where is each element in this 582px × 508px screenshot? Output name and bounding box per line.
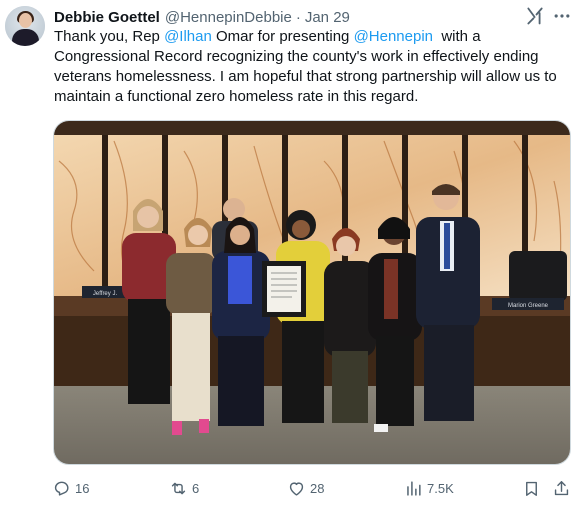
views-button[interactable]: 7.5K bbox=[404, 476, 454, 500]
tweet-photo[interactable]: Jeffrey J. Marion Greene bbox=[53, 120, 571, 465]
tweet-header: Debbie Goettel @HennepinDebbie · Jan 29 bbox=[54, 7, 350, 27]
like-button[interactable]: 28 bbox=[287, 476, 324, 500]
author-handle[interactable]: @HennepinDebbie bbox=[165, 9, 292, 26]
reply-count: 16 bbox=[75, 480, 90, 496]
nameplate-left: Jeffrey J. bbox=[93, 291, 118, 297]
tweet-actions: 16 6 28 7.5K bbox=[0, 476, 582, 500]
more-dots-icon[interactable] bbox=[552, 6, 572, 26]
reply-icon bbox=[54, 481, 69, 496]
header-separator: · bbox=[295, 8, 301, 26]
views-bar-icon bbox=[407, 480, 421, 496]
mention-hennepin[interactable]: @Hennepin bbox=[354, 28, 433, 45]
repost-button[interactable]: 6 bbox=[169, 476, 199, 500]
author-name[interactable]: Debbie Goettel bbox=[54, 9, 160, 26]
author-avatar[interactable] bbox=[5, 6, 45, 46]
share-icon bbox=[554, 480, 569, 495]
reply-button[interactable]: 16 bbox=[52, 476, 89, 500]
views-count: 7.5K bbox=[427, 480, 454, 496]
bookmark-icon bbox=[526, 481, 537, 496]
mention-ilhan[interactable]: @Ilhan bbox=[164, 28, 212, 45]
share-button[interactable] bbox=[552, 476, 571, 500]
grok-icon[interactable] bbox=[525, 6, 545, 26]
repost-count: 6 bbox=[192, 480, 200, 496]
bookmark-button[interactable] bbox=[522, 476, 541, 500]
tweet-text-segment: Thank you, Rep bbox=[54, 28, 165, 45]
group-photo-illustration: Jeffrey J. Marion Greene bbox=[54, 121, 570, 464]
tweet-text-segment: Omar for presenting bbox=[211, 28, 354, 45]
heart-icon bbox=[289, 481, 304, 496]
like-count: 28 bbox=[310, 480, 325, 496]
repost-icon bbox=[171, 482, 186, 494]
tweet-text: Thank you, Rep @Ilhan Omar for presentin… bbox=[54, 27, 574, 107]
nameplate-right: Marion Greene bbox=[508, 303, 549, 309]
tweet-date[interactable]: Jan 29 bbox=[305, 9, 350, 26]
